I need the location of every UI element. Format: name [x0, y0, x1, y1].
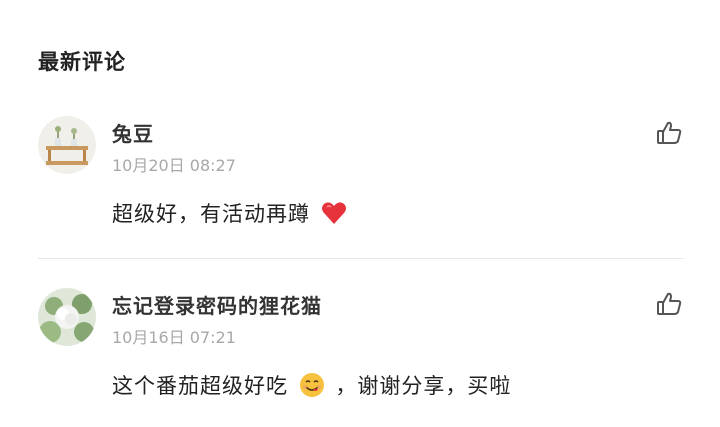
comment-timestamp: 10月20日 08:27	[112, 156, 236, 175]
comment-username[interactable]: 忘记登录密码的狸花猫	[112, 290, 322, 319]
divider	[38, 258, 684, 259]
section-title: 最新评论	[38, 50, 126, 74]
avatar[interactable]	[38, 288, 96, 346]
yum-face-icon	[298, 371, 326, 404]
comment-text: 这个番茄超级好吃 ，谢谢分享，买啦	[112, 370, 511, 404]
comment-text: 超级好，有活动再蹲	[112, 198, 350, 232]
comment-username[interactable]: 兔豆	[112, 118, 154, 147]
comment-body-end: ，谢谢分享，买啦	[335, 374, 512, 398]
avatar[interactable]	[38, 116, 96, 174]
like-icon[interactable]	[654, 289, 684, 319]
comment-body-start: 这个番茄超级好吃	[112, 374, 288, 398]
comment-body: 超级好，有活动再蹲	[112, 202, 310, 226]
heart-icon	[320, 199, 348, 232]
comment-timestamp: 10月16日 07:21	[112, 328, 236, 347]
like-icon[interactable]	[654, 118, 684, 148]
